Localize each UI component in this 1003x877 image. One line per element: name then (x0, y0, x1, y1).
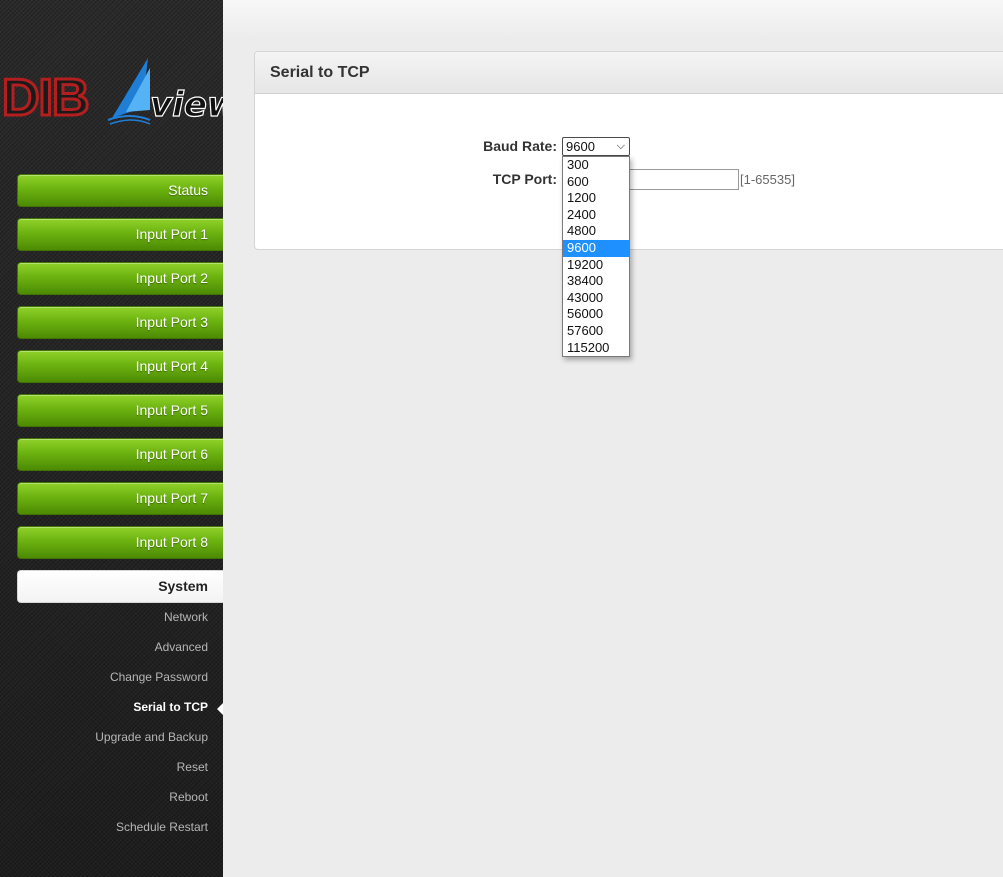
baud-rate-label: Baud Rate: (483, 138, 557, 154)
nav-system-button[interactable]: System (17, 570, 223, 603)
logo-text-dib: DIB (2, 69, 89, 127)
sidebar-item-upgrade-and-backup[interactable]: Upgrade and Backup (17, 727, 208, 747)
baud-option-57600[interactable]: 57600 (563, 323, 629, 340)
nav-input-port-3-button[interactable]: Input Port 3 (17, 306, 223, 339)
panel-title: Serial to TCP (255, 52, 1003, 94)
baud-option-38400[interactable]: 38400 (563, 273, 629, 290)
top-band (223, 0, 1003, 40)
nav-input-port-7-button[interactable]: Input Port 7 (17, 482, 223, 515)
sidebar-item-network[interactable]: Network (17, 607, 208, 627)
nav-input-port-4-button[interactable]: Input Port 4 (17, 350, 223, 383)
baud-option-19200[interactable]: 19200 (563, 257, 629, 274)
baud-option-600[interactable]: 600 (563, 174, 629, 191)
logo-text-view: view (150, 85, 223, 125)
sidebar-item-reboot[interactable]: Reboot (17, 787, 208, 807)
nav-input-port-2-button[interactable]: Input Port 2 (17, 262, 223, 295)
sidebar-item-advanced[interactable]: Advanced (17, 637, 208, 657)
sidebar-item-schedule-restart[interactable]: Schedule Restart (17, 817, 208, 837)
baud-option-1200[interactable]: 1200 (563, 190, 629, 207)
nav-input-port-6-button[interactable]: Input Port 6 (17, 438, 223, 471)
baud-option-43000[interactable]: 43000 (563, 290, 629, 307)
baud-option-9600[interactable]: 9600 (563, 239, 629, 257)
sidebar-item-serial-to-tcp[interactable]: Serial to TCP (17, 697, 208, 717)
nav-input-port-1-button[interactable]: Input Port 1 (17, 218, 223, 251)
baud-option-2400[interactable]: 2400 (563, 207, 629, 224)
logo-graphic: DIB view (1, 58, 223, 129)
baud-option-56000[interactable]: 56000 (563, 306, 629, 323)
sidebar: DIB view Status Input Port 1 Input Port … (0, 0, 223, 877)
nav-status-button[interactable]: Status (17, 174, 223, 207)
baud-option-4800[interactable]: 4800 (563, 223, 629, 240)
tcp-port-input[interactable] (629, 169, 739, 190)
nav-input-port-8-button[interactable]: Input Port 8 (17, 526, 223, 559)
baud-rate-selected-value: 9600 (566, 139, 595, 154)
chevron-down-icon: ⌵ (616, 140, 625, 152)
tcp-port-range-hint: [1-65535] (740, 172, 795, 187)
tcp-port-label: TCP Port: (492, 171, 557, 187)
dibview-logo: DIB view (0, 50, 223, 130)
baud-option-115200[interactable]: 115200 (563, 340, 629, 357)
baud-rate-dropdown: 300 600 1200 2400 4800 9600 19200 38400 … (562, 156, 630, 357)
sidebar-item-change-password[interactable]: Change Password (17, 667, 208, 687)
current-item-arrow-icon (217, 703, 223, 715)
nav-input-port-5-button[interactable]: Input Port 5 (17, 394, 223, 427)
baud-rate-select[interactable]: 9600 ⌵ (562, 137, 630, 156)
sidebar-item-reset[interactable]: Reset (17, 757, 208, 777)
baud-option-300[interactable]: 300 (563, 157, 629, 174)
